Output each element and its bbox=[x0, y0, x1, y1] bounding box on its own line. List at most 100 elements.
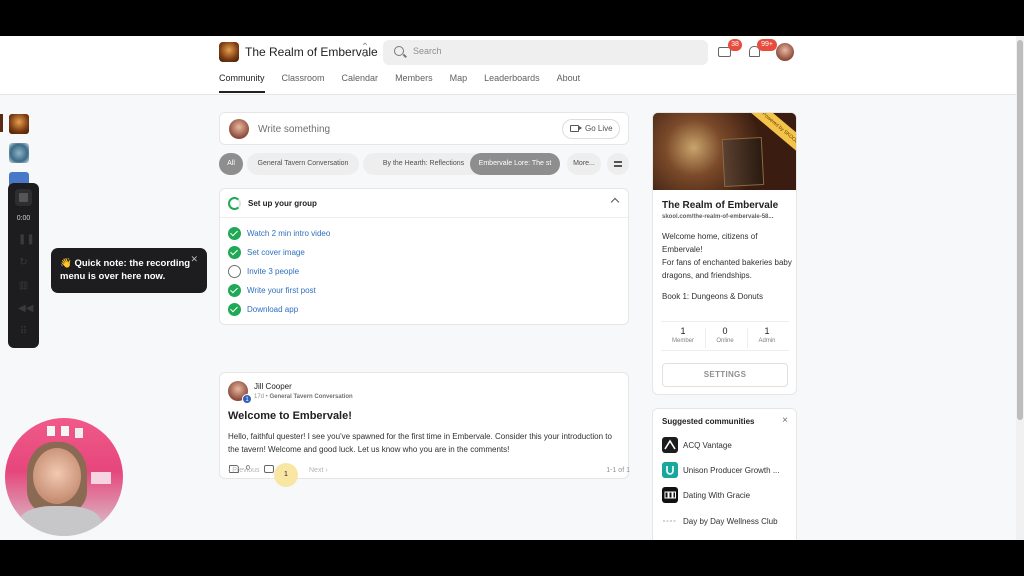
pagination-previous[interactable]: ‹ Previous bbox=[228, 467, 260, 474]
stat-members[interactable]: 1 Member bbox=[663, 326, 703, 344]
check-circle-icon bbox=[228, 227, 241, 240]
setup-checklist: Set up your group Watch 2 min intro vide… bbox=[219, 188, 629, 325]
suggested-title: Suggested communities bbox=[662, 417, 755, 426]
stat-number: 1 bbox=[764, 326, 770, 336]
scrollbar[interactable] bbox=[1016, 36, 1024, 540]
suggested-label: Day by Day Wellness Club bbox=[683, 517, 778, 526]
tooltip-text: 👋 Quick note: the recording menu is over… bbox=[60, 258, 191, 282]
about-book: Book 1: Dungeons & Donuts bbox=[662, 292, 763, 301]
scrollbar-thumb[interactable] bbox=[1017, 40, 1023, 420]
cover-image: Powered by SKOOL bbox=[653, 113, 796, 190]
webcam-person-shirt bbox=[19, 506, 101, 536]
filter-chip-by-the-hearth[interactable]: By the Hearth: Reflections bbox=[363, 153, 484, 175]
dating-with-gracie-icon bbox=[662, 487, 678, 503]
cover-book-art bbox=[721, 136, 765, 188]
filter-chip-embervale-lore[interactable]: Embervale Lore: The st bbox=[470, 153, 560, 175]
close-icon[interactable]: × bbox=[782, 415, 788, 426]
recording-timer: 0:00 bbox=[16, 215, 31, 222]
pagination-page[interactable]: 1 bbox=[274, 463, 298, 487]
composer-avatar bbox=[229, 119, 249, 139]
group-stats: 1 Member 0 Online 1 Admin bbox=[661, 321, 789, 351]
task-label[interactable]: Set cover image bbox=[247, 248, 305, 257]
tab-leaderboards[interactable]: Leaderboards bbox=[484, 73, 540, 93]
stat-number: 0 bbox=[722, 326, 728, 336]
progress-ring-icon bbox=[228, 197, 241, 210]
tab-calendar[interactable]: Calendar bbox=[342, 73, 379, 93]
tab-about[interactable]: About bbox=[557, 73, 581, 93]
pause-icon[interactable]: ❚❚ bbox=[18, 235, 35, 245]
restart-icon[interactable]: ↻ bbox=[18, 258, 29, 268]
chevron-up-icon[interactable] bbox=[610, 197, 620, 207]
level-badge: 1 bbox=[242, 394, 252, 404]
webcam-person-face bbox=[33, 448, 81, 504]
settings-button[interactable]: SETTINGS bbox=[662, 363, 788, 387]
stat-number: 1 bbox=[680, 326, 686, 336]
trash-icon[interactable]: ▥ bbox=[18, 281, 29, 291]
composer-placeholder[interactable]: Write something bbox=[258, 124, 330, 135]
pagination-previous-label: Previous bbox=[232, 467, 260, 474]
search-input[interactable] bbox=[413, 46, 693, 56]
suggested-item[interactable]: Dating With Gracie bbox=[662, 487, 792, 503]
about-description: Welcome home, citizens of Embervale! For… bbox=[662, 232, 792, 280]
post-age: 17d bbox=[254, 394, 265, 400]
user-avatar[interactable] bbox=[776, 43, 794, 61]
suggested-label: ACQ Vantage bbox=[683, 441, 732, 450]
recording-menu: 0:00 ❚❚ ↻ ▥ ◀◀ ⠿ bbox=[8, 183, 39, 348]
close-icon[interactable]: ✕ bbox=[190, 254, 198, 265]
webcam-background-decor bbox=[47, 426, 55, 436]
drag-handle-icon[interactable]: ⠿ bbox=[18, 327, 29, 337]
search-bar[interactable] bbox=[383, 40, 708, 65]
group-name[interactable]: The Realm of Embervale bbox=[245, 45, 378, 59]
rail-group-thumb[interactable] bbox=[9, 143, 29, 163]
stat-online[interactable]: 0 Online bbox=[705, 326, 745, 344]
filter-chip-all[interactable]: All bbox=[219, 153, 243, 175]
rail-group-thumb[interactable] bbox=[9, 114, 29, 134]
task-label[interactable]: Write your first post bbox=[247, 286, 316, 295]
rail-edge bbox=[0, 114, 3, 132]
post-category[interactable]: General Tavern Conversation bbox=[269, 394, 352, 400]
tab-members[interactable]: Members bbox=[395, 73, 433, 93]
suggested-label: Dating With Gracie bbox=[683, 491, 751, 500]
tab-map[interactable]: Map bbox=[450, 73, 468, 93]
post-composer[interactable]: Write something Go Live bbox=[219, 112, 629, 145]
webcam-background-frame bbox=[91, 472, 111, 484]
post-author[interactable]: Jill Cooper bbox=[254, 382, 292, 391]
stat-label: Member bbox=[671, 338, 694, 344]
rewind-icon[interactable]: ◀◀ bbox=[18, 304, 33, 314]
tab-classroom[interactable]: Classroom bbox=[282, 73, 325, 93]
task-label[interactable]: Invite 3 people bbox=[247, 267, 299, 276]
sliders-icon bbox=[614, 161, 622, 163]
filter-settings-button[interactable] bbox=[607, 153, 629, 175]
task-label[interactable]: Download app bbox=[247, 305, 298, 314]
stat-admins[interactable]: 1 Admin bbox=[747, 326, 787, 344]
tab-community[interactable]: Community bbox=[219, 73, 265, 93]
setup-title: Set up your group bbox=[248, 199, 317, 208]
suggested-item[interactable]: Day by Day Wellness Club bbox=[662, 513, 792, 529]
video-camera-icon bbox=[570, 125, 582, 132]
filter-chip-general-tavern[interactable]: General Tavern Conversation bbox=[247, 153, 359, 175]
pagination: ‹ Previous 1 Next › 1-1 of 1 bbox=[228, 463, 630, 487]
go-live-label: Go Live bbox=[585, 124, 613, 133]
recording-tooltip: 👋 Quick note: the recording menu is over… bbox=[51, 248, 207, 293]
group-switcher-icon[interactable]: ⌃ ⌄ bbox=[360, 43, 370, 60]
pagination-next[interactable]: Next › bbox=[309, 467, 328, 474]
setup-header[interactable]: Set up your group bbox=[220, 189, 628, 218]
check-circle-icon bbox=[228, 303, 241, 316]
suggested-item[interactable]: ACQ Vantage bbox=[662, 437, 792, 453]
task-label[interactable]: Watch 2 min intro video bbox=[247, 229, 330, 238]
stop-recording-button[interactable] bbox=[15, 189, 32, 206]
suggested-item[interactable]: Unison Producer Growth ... bbox=[662, 462, 792, 478]
chat-badge: 38 bbox=[728, 39, 742, 51]
suggested-label: Unison Producer Growth ... bbox=[683, 466, 780, 475]
go-live-button[interactable]: Go Live bbox=[562, 119, 620, 139]
search-icon bbox=[394, 46, 404, 56]
post-title[interactable]: Welcome to Embervale! bbox=[228, 410, 352, 422]
webcam-bubble[interactable] bbox=[5, 418, 123, 536]
suggested-communities: Suggested communities × ACQ Vantage Unis… bbox=[652, 408, 797, 540]
acq-vantage-icon bbox=[662, 437, 678, 453]
about-group-url[interactable]: skool.com/the-realm-of-embervale-58... bbox=[662, 214, 773, 220]
day-by-day-icon bbox=[662, 513, 678, 529]
post-meta: 17d • General Tavern Conversation bbox=[254, 394, 353, 400]
group-logo[interactable] bbox=[219, 42, 239, 62]
filter-more-button[interactable]: More... bbox=[567, 153, 601, 175]
